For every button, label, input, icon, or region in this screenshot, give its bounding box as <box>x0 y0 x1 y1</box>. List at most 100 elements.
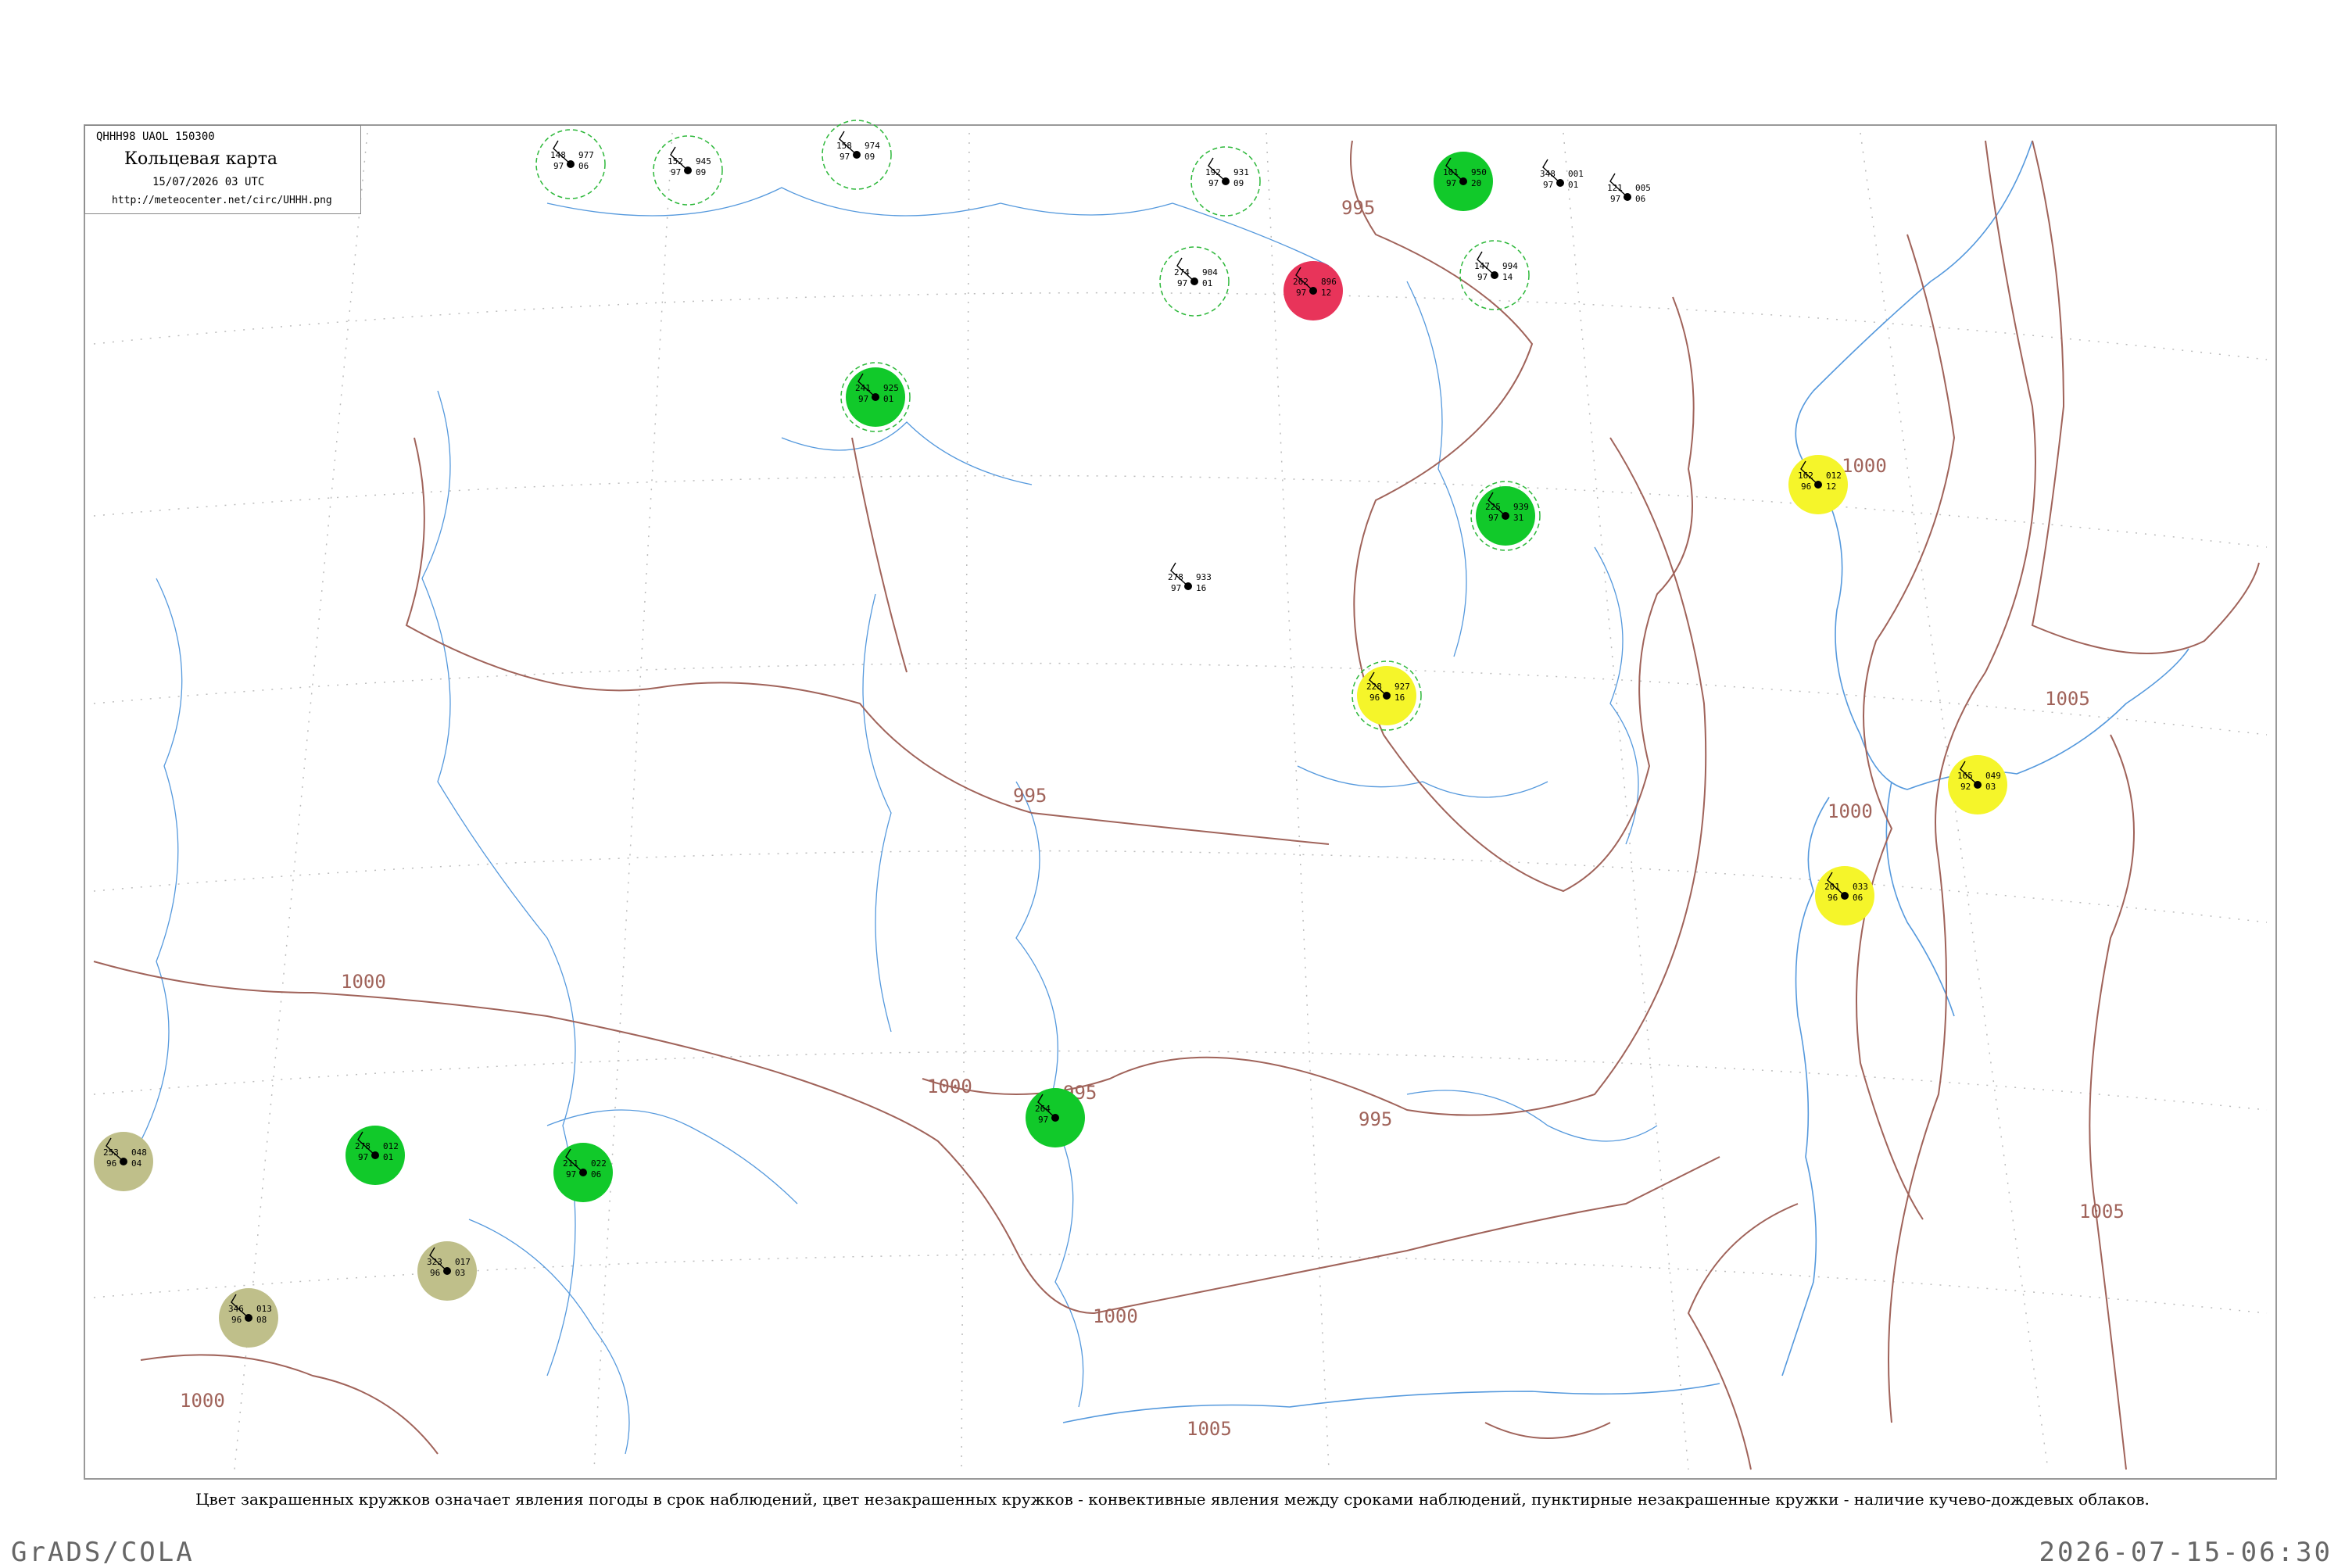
station-value: 96 <box>106 1158 116 1169</box>
station-value: 974 <box>865 141 880 151</box>
station-value: 96 <box>430 1268 440 1278</box>
station-value: 225 <box>1485 502 1501 512</box>
station-value: 262 <box>1293 277 1309 287</box>
station-plot: 323 017 96 03 <box>417 1241 477 1301</box>
station-plot: 253 048 96 04 <box>94 1132 153 1191</box>
station-value: 97 <box>1446 178 1456 188</box>
station-value: 896 <box>1321 277 1337 287</box>
station-value: 012 <box>1826 471 1842 481</box>
station-value: 013 <box>256 1304 272 1314</box>
station-value: 101 <box>1443 167 1459 177</box>
legend-caption: Цвет закрашенных кружков означает явлени… <box>195 1490 2150 1509</box>
station-value: 01 <box>1568 180 1578 190</box>
station-value: 162 <box>1798 471 1813 481</box>
isobar-label: 1005 <box>1187 1418 1232 1440</box>
station-value: 977 <box>578 150 594 160</box>
station-value: 274 <box>1174 267 1190 277</box>
map-date: 15/07/2026 03 UTC <box>152 176 265 188</box>
isobar-label: 1000 <box>1828 800 1873 822</box>
station-plot: 346 013 96 08 <box>219 1288 278 1348</box>
station-plots: 148 977 97 06 152 945 97 09 158 974 97 09 192 931 97 09… <box>94 120 2007 1348</box>
station-value: 278 <box>355 1141 371 1151</box>
station-value: 925 <box>883 383 899 393</box>
station-value: 92 <box>1960 782 1971 792</box>
station-value: 03 <box>1985 782 1996 792</box>
station-value: 06 <box>591 1169 601 1180</box>
station-value: 005 <box>1635 183 1651 193</box>
station-value: 241 <box>855 383 871 393</box>
station-value: 97 <box>1171 583 1181 593</box>
map-title: Кольцевая карта <box>124 149 278 169</box>
station-value: 16 <box>1196 583 1206 593</box>
station-value: 049 <box>1985 771 2001 781</box>
isobar-labels: 995 995 995 995 1000 1000 1000 1000 1000… <box>180 197 2125 1440</box>
station-plot: 228 927 96 16 <box>1352 660 1422 731</box>
station-plot: 211 022 97 06 <box>553 1143 613 1202</box>
isobar-label: 1000 <box>1093 1305 1138 1327</box>
isobar-label: 1000 <box>1842 455 1887 477</box>
station-value: 16 <box>1394 693 1405 703</box>
isobar-label: 1005 <box>2045 688 2090 710</box>
station-value: 97 <box>1177 278 1187 288</box>
weather-map: 995 995 995 995 1000 1000 1000 1000 1000… <box>84 120 2277 1480</box>
station-value: 158 <box>836 141 852 151</box>
station-value: 939 <box>1513 502 1529 512</box>
station-value: 01 <box>1202 278 1212 288</box>
station-plot: 158 974 97 09 <box>822 120 892 190</box>
station-value: 97 <box>671 167 681 177</box>
station-plot: 225 939 97 31 <box>1470 481 1541 551</box>
station-plot: 241 925 97 01 <box>840 362 911 432</box>
station-value: 904 <box>1202 267 1218 277</box>
station-value: 253 <box>103 1147 119 1158</box>
station-value: 97 <box>1038 1115 1048 1125</box>
station-value: 017 <box>455 1257 471 1267</box>
station-plot: 152 945 97 09 <box>653 135 723 206</box>
bulletin-code: QHHH98 UAOL 150300 <box>96 131 215 143</box>
station-value: 14 <box>1502 272 1513 282</box>
station-value: 201 <box>1824 882 1840 892</box>
station-value: 228 <box>1366 682 1382 692</box>
station-value: 933 <box>1196 572 1212 582</box>
station-plot: 26497 <box>1026 1088 1085 1147</box>
station-value: 20 <box>1471 178 1481 188</box>
station-plot: 165 049 92 03 <box>1948 755 2007 814</box>
station-value: 97 <box>1208 178 1219 188</box>
station-plot: 148 977 97 06 <box>535 129 606 199</box>
station-value: 022 <box>591 1158 607 1169</box>
station-value: 97 <box>1543 180 1553 190</box>
station-value: 323 <box>427 1257 442 1267</box>
station-value: 09 <box>696 167 706 177</box>
station-value: 97 <box>566 1169 576 1180</box>
grads-credit: GrADS/COLA <box>11 1537 195 1568</box>
rivers <box>140 187 1658 1455</box>
station-plot: 278 933 97 16 <box>1168 562 1212 593</box>
coastline <box>1062 140 2189 1423</box>
station-plot: 278 012 97 01 <box>345 1126 405 1185</box>
station-value: 12 <box>1321 288 1331 298</box>
station-value: 01 <box>883 394 893 404</box>
station-value: 001 <box>1568 169 1584 179</box>
station-value: 97 <box>358 1152 368 1162</box>
station-value: 01 <box>383 1152 393 1162</box>
station-value: 03 <box>455 1268 465 1278</box>
station-value: 12 <box>1826 481 1836 492</box>
station-value: 97 <box>840 152 850 162</box>
station-value: 147 <box>1474 261 1490 271</box>
station-value: 06 <box>578 161 589 171</box>
station-plot: 348 001 97 01 <box>1540 159 1584 190</box>
isobar-label: 995 <box>1359 1108 1392 1130</box>
station-value: 033 <box>1853 882 1868 892</box>
station-value: 264 <box>1035 1104 1051 1114</box>
station-value: 348 <box>1540 169 1556 179</box>
station-value: 012 <box>383 1141 399 1151</box>
station-plot: 162 012 96 12 <box>1788 455 1848 514</box>
station-value: 09 <box>865 152 875 162</box>
station-value: 97 <box>1477 272 1488 282</box>
station-value: 97 <box>1610 194 1620 204</box>
station-value: 06 <box>1635 194 1645 204</box>
station-plot: 192 931 97 09 <box>1190 146 1261 217</box>
station-value: 152 <box>668 156 683 166</box>
station-value: 96 <box>1369 693 1380 703</box>
map-url[interactable]: http://meteocenter.net/circ/UHHH.png <box>112 195 332 206</box>
station-value: 927 <box>1394 682 1410 692</box>
